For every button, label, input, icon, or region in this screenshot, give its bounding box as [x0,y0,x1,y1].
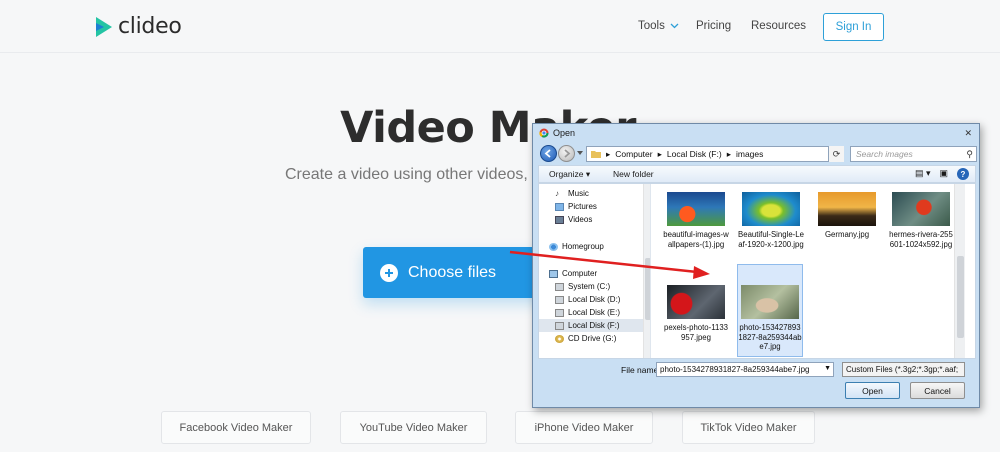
choose-files-label: Choose files [408,263,497,281]
tree-item-cd-drive-g[interactable]: CD Drive (G:) [555,332,616,345]
file-item[interactable]: Beautiful-Single-Leaf-1920-x-1200.jpg [738,192,804,249]
file-name-label: File name: [621,365,661,375]
image-thumbnail [667,285,725,319]
nav-resources[interactable]: Resources [751,20,806,32]
folder-icon [591,151,601,158]
forward-button[interactable] [558,145,575,162]
tree-item-homegroup[interactable]: Homegroup [549,240,604,253]
facebook-video-maker-link[interactable]: Facebook Video Maker [161,411,311,444]
file-name-input[interactable]: photo-1534278931827-8a259344abe7.jpg ▼ [656,362,834,377]
computer-icon [549,269,558,278]
dialog-body: ♪ Music Pictures Videos Homegroup Comput… [538,183,976,359]
drive-icon [555,308,564,317]
tree-item-music[interactable]: ♪ Music [555,187,589,200]
file-list: beautiful-images-wallpapers-(1).jpg Beau… [652,184,965,358]
tree-item-videos[interactable]: Videos [555,213,592,226]
arrow-left-icon [544,149,551,158]
file-type-select[interactable]: Custom Files (*.3g2;*.3gp;*.aaf; [842,362,965,377]
help-icon[interactable]: ? [957,168,969,180]
organize-menu[interactable]: Organize ▾ [549,169,590,180]
tree-item-computer[interactable]: Computer [549,267,597,280]
image-thumbnail [667,192,725,226]
plus-icon [380,263,398,282]
address-bar-area: ▸ Computer ▸ Local Disk (F:) ▸ images ⟳ … [538,143,977,163]
image-thumbnail [742,192,800,226]
image-thumbnail [892,192,950,226]
address-segment-local-disk[interactable]: Local Disk (F:) [667,149,722,159]
search-icon: ⚲ [966,149,973,159]
iphone-video-maker-link[interactable]: iPhone Video Maker [515,411,653,444]
tree-scrollbar[interactable] [643,184,650,358]
site-header: clideo Tools Pricing Resources Sign In [0,0,1000,53]
page-subtitle: Create a video using other videos, p [285,166,542,183]
sign-in-button[interactable]: Sign In [823,13,884,41]
image-thumbnail [741,285,799,319]
drive-icon [555,321,564,330]
refresh-button[interactable]: ⟳ [828,146,844,162]
dialog-title: Open [553,128,576,138]
tree-item-system-c[interactable]: System (C:) [555,280,610,293]
nav-pricing[interactable]: Pricing [696,20,731,32]
dialog-toolbar: Organize ▾ New folder ▤ ▾ ▣ ? [538,165,976,183]
tree-item-local-disk-f[interactable]: Local Disk (F:) [539,319,643,332]
tree-item-pictures[interactable]: Pictures [555,200,597,213]
address-segment-images[interactable]: images [736,149,763,159]
refresh-icon: ⟳ [832,148,841,159]
close-icon[interactable]: ✕ [964,128,972,139]
tree-item-local-disk-e[interactable]: Local Disk (E:) [555,306,620,319]
address-segment-computer[interactable]: Computer [615,149,652,159]
nav-tools[interactable]: Tools [638,20,679,32]
cancel-button[interactable]: Cancel [910,382,965,399]
tree-item-local-disk-d[interactable]: Local Disk (D:) [555,293,620,306]
new-folder-button[interactable]: New folder [613,169,654,179]
choose-files-button[interactable]: Choose files [363,247,556,298]
file-item[interactable]: beautiful-images-wallpapers-(1).jpg [663,192,729,249]
file-item[interactable]: pexels-photo-1133957.jpeg [663,285,729,342]
file-item[interactable]: hermes-rivera-255601-1024x592.jpg [888,192,954,249]
open-file-dialog: Open ✕ ▸ Computer ▸ Local Disk (F:) ▸ im… [532,123,980,408]
tiktok-video-maker-link[interactable]: TikTok Video Maker [682,411,815,444]
cd-drive-icon [555,334,564,343]
preview-pane-icon[interactable]: ▣ [939,168,948,180]
change-view-icon[interactable]: ▤ ▾ [915,168,931,180]
file-list-scrollbar[interactable] [954,184,965,358]
nav-tools-label: Tools [638,20,665,32]
open-button[interactable]: Open [845,382,900,399]
recent-pages-icon[interactable] [577,151,583,156]
image-thumbnail [818,192,876,226]
arrow-right-icon [564,149,571,158]
dialog-titlebar[interactable]: Open [533,124,979,142]
drive-icon [555,282,564,291]
search-input[interactable]: Search images ⚲ [850,146,977,162]
pictures-icon [555,202,564,211]
file-item-selected[interactable]: photo-1534278931827-8a259344abe7.jpg [737,264,803,357]
back-button[interactable] [540,145,557,162]
logo-text: clideo [118,14,182,39]
clideo-logo-icon [96,16,112,37]
address-box[interactable]: ▸ Computer ▸ Local Disk (F:) ▸ images [586,146,844,162]
dialog-footer: File name: photo-1534278931827-8a259344a… [533,360,979,408]
youtube-video-maker-link[interactable]: YouTube Video Maker [340,411,487,444]
homegroup-icon [549,242,558,251]
drive-icon [555,295,564,304]
music-icon: ♪ [555,188,559,198]
file-item[interactable]: Germany.jpg [814,192,880,240]
chevron-down-icon [670,23,679,29]
navigation-pane: ♪ Music Pictures Videos Homegroup Comput… [539,184,651,358]
videos-icon [555,215,564,224]
clideo-logo[interactable]: clideo [94,14,182,39]
chrome-icon [539,128,549,138]
chevron-down-icon[interactable]: ▼ [824,365,831,372]
search-placeholder: Search images [856,149,913,159]
